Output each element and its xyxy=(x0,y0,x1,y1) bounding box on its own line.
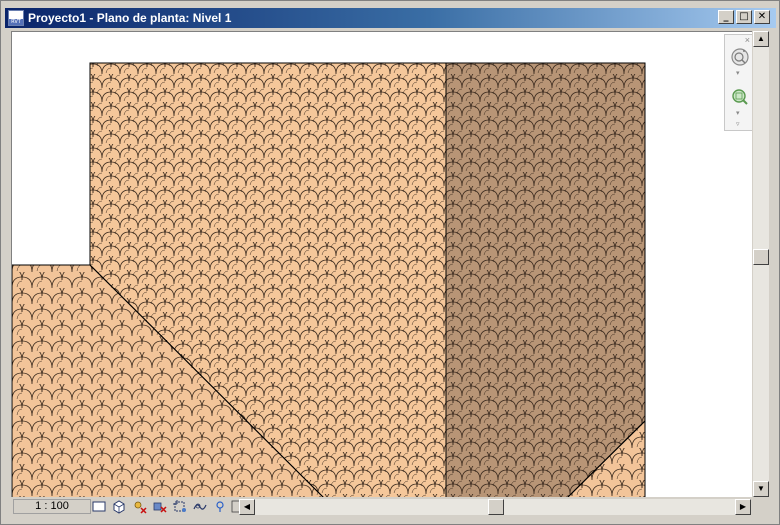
vertical-scroll-thumb[interactable] xyxy=(753,249,769,265)
maximize-button[interactable]: □ xyxy=(736,10,752,24)
steering-wheel-dropdown-icon[interactable]: ▾ xyxy=(736,70,740,77)
visual-style-icon[interactable] xyxy=(111,499,127,514)
scroll-up-button[interactable]: ▲ xyxy=(753,31,769,47)
caption-buttons: _ □ ✕ xyxy=(718,10,770,24)
temporary-hide-icon[interactable] xyxy=(212,499,228,514)
crop-view-icon[interactable] xyxy=(172,499,188,514)
sun-path-icon[interactable] xyxy=(132,499,148,514)
close-button[interactable]: ✕ xyxy=(754,10,770,24)
view-control-bar: 1 : 100 ◀ ▶ xyxy=(11,498,771,515)
horizontal-scrollbar[interactable]: ◀ ▶ xyxy=(239,499,751,515)
roof-plane-shaded[interactable] xyxy=(445,62,646,497)
steering-wheel-icon[interactable] xyxy=(730,47,750,67)
minimize-button[interactable]: _ xyxy=(718,10,734,24)
horizontal-scroll-thumb[interactable] xyxy=(488,499,504,515)
vertical-scrollbar[interactable]: ▲ ▼ xyxy=(753,31,769,497)
scroll-down-button[interactable]: ▼ xyxy=(753,481,769,497)
show-crop-region-icon[interactable] xyxy=(192,499,208,514)
scroll-left-button[interactable]: ◀ xyxy=(239,499,255,515)
scroll-right-button[interactable]: ▶ xyxy=(735,499,751,515)
window-title: Proyecto1 - Plano de planta: Nivel 1 xyxy=(28,11,232,25)
drawing-canvas[interactable]: × ▾ ▾ ▿ xyxy=(11,31,752,497)
project-window: RVT Proyecto1 - Plano de planta: Nivel 1… xyxy=(0,0,780,525)
view-scale-selector[interactable]: 1 : 100 xyxy=(13,499,91,514)
shadows-icon[interactable] xyxy=(152,499,168,514)
navbar-close-button[interactable]: × xyxy=(745,36,750,45)
navbar-options-icon[interactable]: ▿ xyxy=(736,121,740,128)
title-bar[interactable]: RVT Proyecto1 - Plano de planta: Nivel 1… xyxy=(5,8,776,28)
revit-file-icon: RVT xyxy=(8,10,24,26)
roof-plan-drawing[interactable] xyxy=(12,32,752,497)
app-icon-label: RVT xyxy=(9,19,23,25)
zoom-region-icon[interactable] xyxy=(730,87,750,107)
detail-level-icon[interactable] xyxy=(91,499,107,514)
navigation-bar: × ▾ ▾ ▿ xyxy=(724,34,752,131)
zoom-dropdown-icon[interactable]: ▾ xyxy=(736,110,740,117)
